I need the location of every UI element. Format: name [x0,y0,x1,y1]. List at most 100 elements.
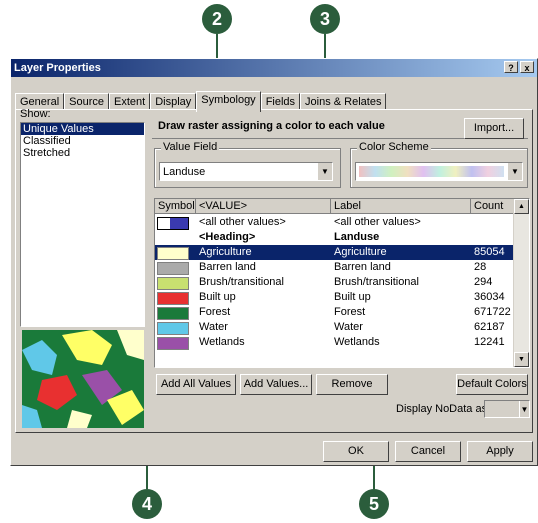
chevron-down-icon[interactable]: ▼ [519,401,529,417]
callout-label: 3 [319,8,330,29]
label-cell: <all other values> [334,216,421,228]
callout-4: 4 [132,489,162,519]
map-thumbnail [22,330,144,428]
value-table[interactable]: Symbol <VALUE> Label Count <all other va… [154,198,530,368]
column-header-value[interactable]: <VALUE> [196,199,331,214]
symbol-swatch[interactable] [157,262,189,275]
count-cell: 12241 [474,336,505,348]
symbol-swatch[interactable] [157,277,189,290]
value-cell: Barren land [199,261,256,273]
count-cell: 28 [474,261,487,273]
count-cell: 36034 [474,291,505,303]
color-ramp-swatch [359,166,504,177]
callout-label: 2 [211,8,222,29]
table-scrollbar[interactable]: ▲ ▼ [513,199,529,367]
callout-5: 5 [359,489,389,519]
callout-label: 4 [141,493,152,514]
symbol-swatch[interactable] [157,292,189,305]
label-cell: Wetlands [334,336,380,348]
color-scheme-dropdown[interactable]: ▼ [355,162,523,181]
label-cell: Brush/transitional [334,276,419,288]
count-cell: 671722 [474,306,511,318]
value-cell: Brush/transitional [199,276,284,288]
table-row[interactable]: <Heading> Landuse [155,230,517,245]
symbol-swatch[interactable] [157,307,189,320]
table-row[interactable]: Brush/transitional Brush/transitional 294 [155,275,517,290]
cancel-button[interactable]: Cancel [395,441,461,462]
value-field-value: Landuse [163,166,206,178]
remove-button[interactable]: Remove [316,374,388,395]
symbology-panel: Show: Unique Values Classified Stretched… [15,108,533,433]
window-title: Layer Properties [14,62,101,74]
table-row[interactable]: Built up Built up 36034 [155,290,517,305]
help-button[interactable]: ? [504,61,518,73]
nodata-color-dropdown[interactable]: ▼ [484,400,530,418]
add-values-button[interactable]: Add Values... [240,374,312,395]
table-row[interactable]: Water Water 62187 [155,320,517,335]
callout-2: 2 [202,4,232,34]
tab-display[interactable]: Display [150,93,197,110]
color-scheme-label: Color Scheme [357,141,431,153]
apply-button[interactable]: Apply [467,441,533,462]
value-cell: <Heading> [199,231,256,243]
table-rows: <all other values> <all other values> <Hea… [155,215,517,367]
count-cell: 62187 [474,321,505,333]
close-button[interactable]: x [520,61,534,73]
symbol-swatch[interactable] [157,337,189,350]
tab-strip: General Source Extent Display Symbology … [15,91,387,112]
symbol-swatch[interactable] [157,217,189,230]
nodata-label: Display NoData as [396,403,488,415]
chevron-down-icon[interactable]: ▼ [317,163,332,180]
table-row[interactable]: <all other values> <all other values> [155,215,517,230]
label-cell: Water [334,321,363,333]
tab-joins-relates[interactable]: Joins & Relates [300,93,387,110]
table-row[interactable]: Barren land Barren land 28 [155,260,517,275]
chevron-down-icon[interactable]: ▼ [507,163,522,180]
tab-symbology[interactable]: Symbology [196,91,261,112]
column-header-count[interactable]: Count [471,199,517,214]
table-row[interactable]: Agriculture Agriculture 85054 [155,245,517,260]
default-colors-button[interactable]: Default Colors [456,374,528,395]
value-cell: Wetlands [199,336,245,348]
symbol-swatch[interactable] [157,247,189,260]
show-list[interactable]: Unique Values Classified Stretched [20,122,145,327]
header-text: Draw raster assigning a color to each va… [158,120,385,132]
label-cell: Agriculture [334,246,387,258]
value-cell: Forest [199,306,231,318]
value-field-group: Value Field Landuse ▼ [154,141,341,188]
scroll-up-arrow-icon[interactable]: ▲ [514,199,529,214]
title-bar: Layer Properties ? x [11,59,537,77]
value-cell: Agriculture [199,246,252,258]
value-cell: Built up [199,291,236,303]
tab-source[interactable]: Source [64,93,109,110]
label-cell: Landuse [334,231,380,243]
show-item-stretched[interactable]: Stretched [21,147,144,159]
column-header-label[interactable]: Label [331,199,471,214]
import-button[interactable]: Import... [464,118,524,139]
value-cell: <all other values> [199,216,286,228]
label-cell: Built up [334,291,371,303]
value-field-label: Value Field [161,141,220,153]
value-field-dropdown[interactable]: Landuse ▼ [159,162,333,181]
color-scheme-group: Color Scheme ▼ [350,141,528,188]
table-row[interactable]: Wetlands Wetlands 12241 [155,335,517,350]
tab-fields[interactable]: Fields [260,93,301,110]
count-cell: 294 [474,276,493,288]
symbol-swatch[interactable] [157,322,189,335]
add-all-values-button[interactable]: Add All Values [156,374,236,395]
show-item-classified[interactable]: Classified [21,135,144,147]
scroll-down-arrow-icon[interactable]: ▼ [514,352,529,367]
callout-3: 3 [310,4,340,34]
callout-label: 5 [368,493,379,514]
ok-button[interactable]: OK [323,441,389,462]
show-item-unique-values[interactable]: Unique Values [21,123,144,135]
table-row[interactable]: Forest Forest 671722 [155,305,517,320]
count-cell: 85054 [474,246,505,258]
tab-extent[interactable]: Extent [109,93,151,110]
value-cell: Water [199,321,228,333]
label-cell: Barren land [334,261,391,273]
layer-properties-dialog: Layer Properties ? x General Source Exte… [10,58,538,466]
show-label: Show: [20,108,51,120]
column-header-symbol[interactable]: Symbol [155,199,196,214]
label-cell: Forest [334,306,366,318]
